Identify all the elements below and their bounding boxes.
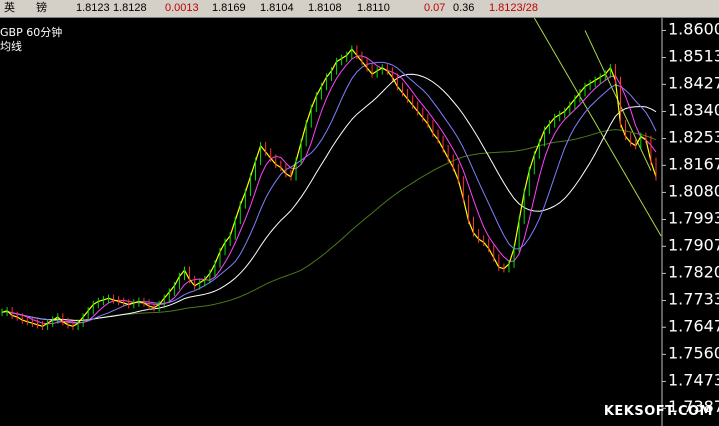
y-axis: 1.8600 1.8513 1.8427 1.8340 1.8253 1.8167 1.80… xyxy=(662,19,719,416)
y-tick-label: 1.8427 xyxy=(668,73,719,92)
quote-low: 1.8104 xyxy=(260,2,294,14)
price-chart: 1.8600 1.8513 1.8427 1.8340 1.8253 1.8167 1.80… xyxy=(1,17,719,426)
y-tick-label: 1.7820 xyxy=(668,262,719,281)
trendline-1 xyxy=(533,17,662,237)
quote-ask: 1.8128 xyxy=(113,2,147,14)
series-layer xyxy=(1,45,657,331)
y-tick-label: 1.8167 xyxy=(668,154,719,173)
quote-v1: 1.8110 xyxy=(357,2,390,14)
y-tick-label: 1.7560 xyxy=(668,343,719,362)
instrument-name-char1: 英 xyxy=(4,2,15,14)
quote-prev: 1.8108 xyxy=(308,2,342,14)
y-tick-label: 1.8253 xyxy=(668,128,719,147)
quote-change: 0.0013 xyxy=(165,2,199,14)
series-line-price xyxy=(1,48,657,327)
chart-indicator-label: 均线 xyxy=(0,40,22,53)
y-tick-label: 1.8600 xyxy=(668,19,719,38)
series-line-ma_long xyxy=(1,129,657,321)
watermark-text: KEKSOFT.COM xyxy=(603,404,713,419)
quote-change-pct: 0.07 xyxy=(424,2,446,14)
y-tick-label: 1.7733 xyxy=(668,289,719,308)
instrument-name-char2: 镑 xyxy=(36,2,47,14)
quote-bar: 英 镑 1.8123 1.8128 0.0013 1.8169 1.8104 1… xyxy=(0,0,719,18)
y-tick-label: 1.8513 xyxy=(668,47,719,66)
y-tick-label: 1.8340 xyxy=(668,100,719,119)
quote-open: 1.8123 xyxy=(76,2,110,14)
y-tick-label: 1.7473 xyxy=(668,370,719,389)
series-line-ma_slow xyxy=(1,73,657,321)
y-tick-label: 1.7907 xyxy=(668,235,719,254)
trendline-layer xyxy=(533,17,662,237)
quote-v2: 0.36 xyxy=(453,2,475,14)
y-tick-label: 1.7993 xyxy=(668,209,719,228)
y-tick-label: 1.8080 xyxy=(668,181,719,200)
quote-last: 1.8123/28 xyxy=(489,2,538,14)
y-tick-label: 1.7647 xyxy=(668,316,719,335)
quote-high: 1.8169 xyxy=(212,2,246,14)
series-line-ma_mid xyxy=(1,61,657,324)
series-line-ma_fast xyxy=(1,55,657,325)
